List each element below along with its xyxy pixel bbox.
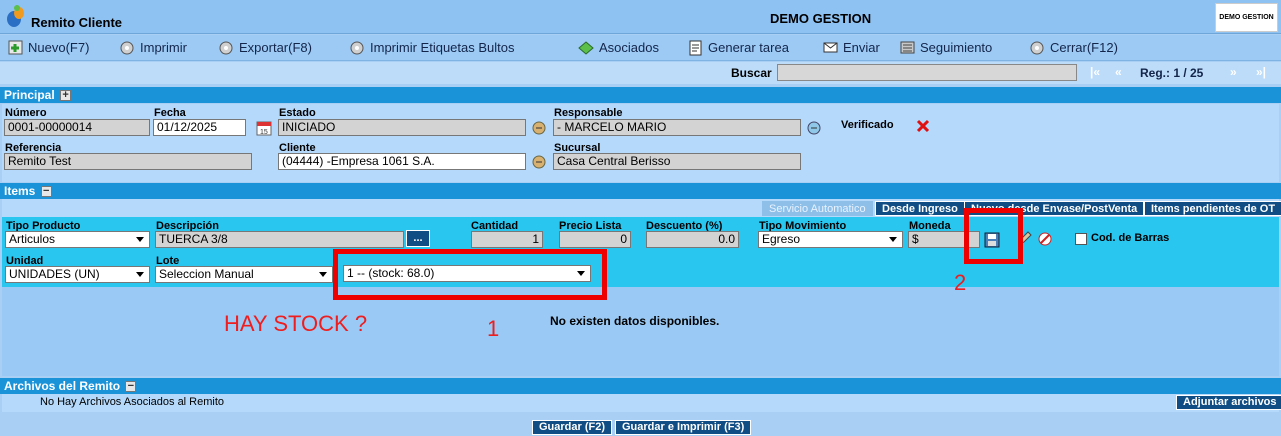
sucursal-field[interactable]: Casa Central Berisso [553,153,801,170]
collapse-archivos-icon[interactable]: − [125,381,137,393]
close-button[interactable]: Cerrar(F12) [1029,39,1118,56]
lote-select[interactable]: Seleccion Manual [155,266,333,283]
record-counter: Reg.: 1 / 25 [1140,66,1204,80]
principal-title: Principal [4,88,55,102]
annotation-hay-stock: HAY STOCK ? [224,311,368,336]
annotation-number-2: 2 [954,270,967,295]
annotation-number-1: 1 [487,316,500,341]
print-labels-button[interactable]: Imprimir Etiquetas Bultos [349,39,515,56]
no-data-message: No existen datos disponibles. [550,314,720,328]
clear-icon[interactable] [1037,231,1053,247]
fecha-field[interactable]: 01/12/2025 [153,119,246,136]
cantidad-field[interactable]: 1 [471,231,543,248]
navigation-bar: Buscar |« « Reg.: 1 / 25 » »| [0,62,1281,84]
generate-task-button[interactable]: Generar tarea [687,39,789,56]
app-logo-icon [7,5,24,27]
title-bar: Remito Cliente DEMO GESTION DEMO GESTION [0,0,1281,34]
new-label: Nuevo(F7) [28,40,90,55]
new-button[interactable]: Nuevo(F7) [7,39,89,56]
print-labels-label: Imprimir Etiquetas Bultos [370,40,515,55]
estado-field[interactable]: INICIADO [278,119,526,136]
tipo-producto-select[interactable]: Articulos [5,231,150,248]
send-button[interactable]: Enviar [822,39,880,56]
close-label: Cerrar(F12) [1050,40,1118,55]
descripcion-field[interactable]: TUERCA 3/8 [155,231,404,248]
cliente-lookup-icon[interactable] [531,154,547,170]
items-title: Items [4,184,36,198]
verificado-label: Verificado [841,119,894,131]
items-section-header[interactable]: Items − [0,183,1281,199]
cod-barras-label: Cod. de Barras [1091,232,1170,244]
precio-lista-field[interactable]: 0 [559,231,631,248]
principal-panel: Número 0001-00000014 Fecha 01/12/2025 15… [2,104,1279,182]
prev-record-button[interactable]: « [1115,65,1122,79]
cod-barras-checkbox[interactable] [1075,233,1087,245]
numero-field[interactable]: 0001-00000014 [4,119,150,136]
associated-icon [578,41,594,55]
attach-files-button[interactable]: Adjuntar archivos [1176,395,1281,410]
close-red-icon[interactable] [915,118,931,134]
close-gear-icon [1030,41,1044,55]
referencia-field[interactable]: Remito Test [4,153,252,170]
no-files-message: No Hay Archivos Asociados al Remito [40,396,225,408]
export-icon [219,41,233,55]
associated-label: Asociados [599,40,659,55]
send-icon [823,42,838,53]
tracking-button[interactable]: Seguimiento [899,39,992,56]
export-label: Exportar(F8) [239,40,312,55]
tab-items-pendientes[interactable]: Items pendientes de OT [1144,201,1281,216]
toolbar: Nuevo(F7) Imprimir Exportar(F8) Imprimir… [0,35,1281,61]
tipo-movimiento-select[interactable]: Egreso [758,231,903,248]
item-entry-panel: Tipo Producto Articulos Descripción TUER… [2,217,1279,287]
print-button[interactable]: Imprimir [119,39,187,56]
print-label: Imprimir [140,40,187,55]
descuento-field[interactable]: 0.0 [646,231,739,248]
gear-print-icon [120,41,134,55]
responsable-label: Responsable [554,107,623,119]
associated-button[interactable]: Asociados [578,39,659,56]
collapse-icon[interactable]: − [40,186,52,198]
unidad-select[interactable]: UNIDADES (UN) [5,266,150,283]
save-print-button[interactable]: Guardar e Imprimir (F3) [615,420,752,435]
archivos-section-header[interactable]: Archivos del Remito − [0,378,1281,394]
estado-lookup-icon[interactable] [531,120,547,136]
estado-label: Estado [279,107,316,119]
cliente-field[interactable]: (04444) -Empresa 1061 S.A. [278,153,526,170]
numero-label: Número [5,107,47,119]
last-record-button[interactable]: »| [1256,65,1266,79]
calendar-icon[interactable]: 15 [256,120,272,136]
responsable-field[interactable]: - MARCELO MARIO [553,119,801,136]
generate-task-label: Generar tarea [708,40,789,55]
company-name: DEMO GESTION [770,11,872,26]
save-button[interactable]: Guardar (F2) [532,420,613,435]
search-label: Buscar [731,66,772,80]
tab-desde-ingreso[interactable]: Desde Ingreso [875,201,965,216]
company-logo: DEMO GESTION [1215,3,1278,32]
new-icon [8,40,23,55]
annotation-box-1 [333,249,607,300]
next-record-button[interactable]: » [1230,65,1237,79]
send-label: Enviar [843,40,880,55]
svg-text:15: 15 [260,129,268,136]
archivos-title: Archivos del Remito [4,379,121,393]
export-button[interactable]: Exportar(F8) [218,39,312,56]
items-data-area: No existen datos disponibles. [2,287,1279,376]
responsable-lookup-icon[interactable] [806,120,822,136]
tracking-icon [900,41,915,54]
labels-icon [350,41,364,55]
search-input[interactable] [777,64,1077,81]
tab-servicio-automatico[interactable]: Servicio Automatico [762,201,873,216]
fecha-label: Fecha [154,107,186,119]
first-record-button[interactable]: |« [1090,65,1100,79]
annotation-box-2 [964,208,1023,264]
principal-section-header[interactable]: Principal + [0,87,1281,103]
expand-icon[interactable]: + [60,90,72,102]
window-title: Remito Cliente [31,15,123,30]
archivos-panel: No Hay Archivos Asociados al Remito [2,394,1279,412]
tracking-label: Seguimiento [920,40,993,55]
task-icon [689,40,702,56]
descripcion-lookup-button[interactable]: ... [406,230,430,247]
